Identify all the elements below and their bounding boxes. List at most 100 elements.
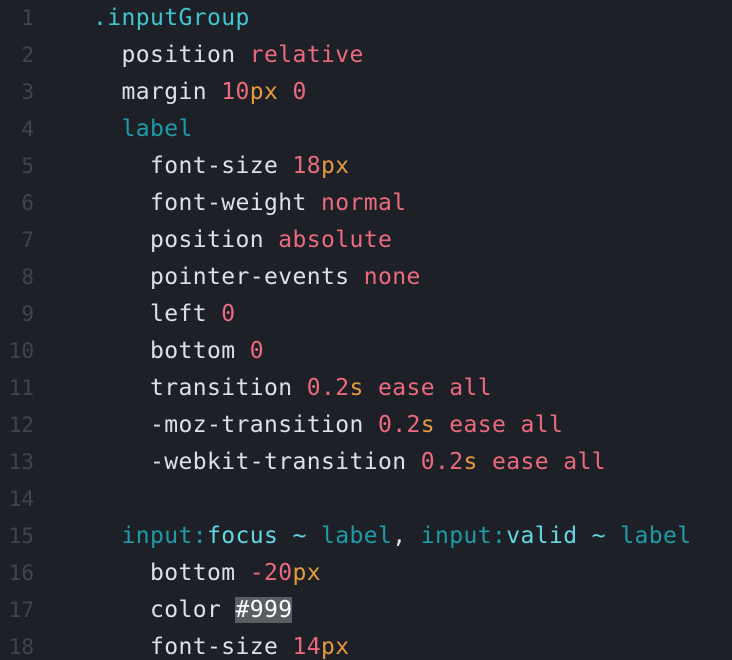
line-number: 7 xyxy=(21,228,34,252)
code-line[interactable]: 13 -webkit-transition 0.2s ease all xyxy=(0,444,732,481)
code-token: color xyxy=(93,597,222,623)
code-text: -webkit-transition 0.2s ease all xyxy=(93,444,606,481)
code-line[interactable]: 12 -moz-transition 0.2s ease all xyxy=(0,407,732,444)
code-token: ~ xyxy=(278,523,321,549)
code-text: label xyxy=(93,111,193,148)
code-line[interactable]: 4 label xyxy=(0,111,732,148)
code-token: position xyxy=(93,42,236,68)
code-token: label xyxy=(320,523,393,549)
code-token: ease xyxy=(491,449,549,475)
code-token: .inputGroup xyxy=(93,5,250,31)
code-token: 18 xyxy=(292,153,321,179)
code-token: 0.2 xyxy=(420,449,464,475)
code-line[interactable]: 2 position relative xyxy=(0,37,732,74)
code-text: bottom -20px xyxy=(93,555,321,592)
line-number: 17 xyxy=(8,598,34,622)
code-token: none xyxy=(363,264,421,290)
code-token: ~ xyxy=(577,523,621,549)
line-number: 6 xyxy=(21,191,34,215)
code-text: margin 10px 0 xyxy=(93,74,307,111)
code-token: margin xyxy=(93,79,207,105)
code-token: label xyxy=(620,523,692,549)
line-number: 4 xyxy=(21,117,34,141)
code-line[interactable]: 9 left 0 xyxy=(0,296,732,333)
code-token: absolute xyxy=(278,227,393,253)
code-line[interactable]: 8 pointer-events none xyxy=(0,259,732,296)
line-number: 18 xyxy=(8,635,34,659)
code-line[interactable]: 1 .inputGroup xyxy=(0,0,732,37)
code-line[interactable]: 18 font-size 14px xyxy=(0,629,732,660)
code-text: input:focus ~ label, input:valid ~ label xyxy=(93,518,691,555)
code-line[interactable]: 3 margin 10px 0 xyxy=(0,74,732,111)
code-token: pointer-events xyxy=(93,264,350,290)
code-editor[interactable]: 1 .inputGroup 2 position relative 3 margin … xyxy=(0,0,732,660)
line-number: 15 xyxy=(8,524,34,548)
code-token: position xyxy=(93,227,264,253)
code-token: s xyxy=(463,449,478,475)
code-line[interactable]: 15 input:focus ~ label, input:valid ~ la… xyxy=(0,518,732,555)
code-token: : xyxy=(192,523,207,549)
code-line[interactable]: 16 bottom -20px xyxy=(0,555,732,592)
code-token: -webkit-transition xyxy=(93,449,407,475)
code-line[interactable]: 17 color #999 xyxy=(0,592,732,629)
code-token: valid xyxy=(506,523,578,549)
code-token: all xyxy=(563,449,606,475)
code-token: ease xyxy=(449,412,507,438)
code-token: px xyxy=(320,153,350,179)
line-number: 3 xyxy=(21,80,34,104)
code-token: 0.2 xyxy=(377,412,421,438)
code-line[interactable]: 14 xyxy=(0,481,732,518)
code-token: s xyxy=(420,412,435,438)
code-token: all xyxy=(520,412,564,438)
code-line[interactable]: 6 font-weight normal xyxy=(0,185,732,222)
code-text: color #999 xyxy=(93,592,293,629)
code-token: -20 xyxy=(249,560,293,586)
code-token: 0 xyxy=(221,301,236,327)
code-token: #999 xyxy=(235,597,293,623)
code-token: -moz-transition xyxy=(93,412,364,438)
code-token: 0.2 xyxy=(306,375,350,401)
line-number: 11 xyxy=(8,376,34,400)
code-line[interactable]: 11 transition 0.2s ease all xyxy=(0,370,732,407)
code-token: px xyxy=(320,634,350,660)
code-token: bottom xyxy=(93,338,236,364)
code-token: bottom xyxy=(93,560,236,586)
line-number: 10 xyxy=(8,339,34,363)
line-number: 5 xyxy=(21,154,34,178)
line-number: 1 xyxy=(21,6,34,30)
code-token: 0 xyxy=(249,338,264,364)
code-text: .inputGroup xyxy=(93,0,250,37)
code-text: font-weight normal xyxy=(93,185,406,222)
code-token: input xyxy=(420,523,492,549)
code-token: ease xyxy=(377,375,435,401)
code-token: s xyxy=(349,375,364,401)
code-text: -moz-transition 0.2s ease all xyxy=(93,407,563,444)
code-line[interactable]: 10 bottom 0 xyxy=(0,333,732,370)
line-number: 8 xyxy=(21,265,34,289)
code-token: font-size xyxy=(93,153,279,179)
code-token: transition xyxy=(93,375,293,401)
code-text: bottom 0 xyxy=(93,333,264,370)
code-line[interactable]: 7 position absolute xyxy=(0,222,732,259)
line-number: 9 xyxy=(21,302,34,326)
code-line[interactable]: 5 font-size 18px xyxy=(0,148,732,185)
code-text: left 0 xyxy=(93,296,235,333)
